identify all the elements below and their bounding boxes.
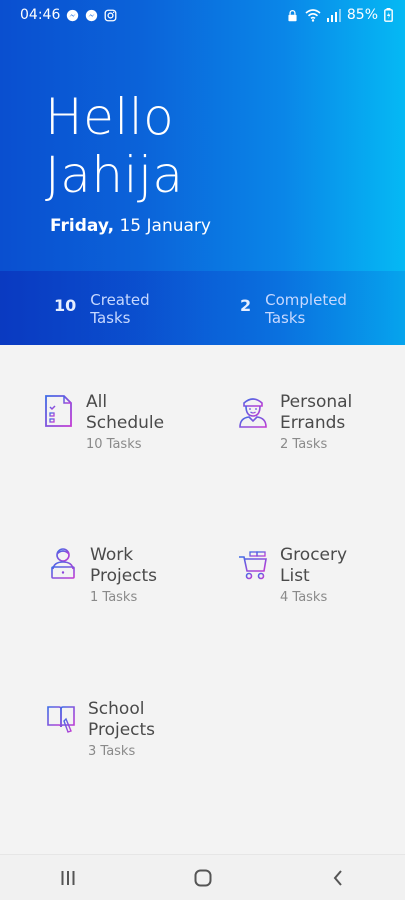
category-task-count: 3 Tasks bbox=[88, 744, 136, 759]
book-icon bbox=[47, 706, 75, 733]
created-label-line1: Created bbox=[90, 291, 150, 309]
person-icon bbox=[239, 398, 267, 428]
back-button[interactable] bbox=[313, 858, 363, 898]
category-title-line2: Projects bbox=[88, 720, 156, 740]
wifi-icon bbox=[305, 8, 321, 22]
category-title-line1: Grocery bbox=[280, 545, 348, 565]
category-grocery-list[interactable]: Grocery List 4 Tasks bbox=[238, 545, 347, 605]
category-task-count: 4 Tasks bbox=[280, 590, 328, 605]
category-task-count: 10 Tasks bbox=[86, 437, 142, 452]
status-bar: 04:46 85% bbox=[0, 0, 405, 30]
checklist-icon bbox=[45, 395, 72, 427]
messenger-icon bbox=[86, 9, 98, 21]
lock-icon bbox=[288, 9, 297, 21]
category-task-count: 1 Tasks bbox=[90, 590, 138, 605]
battery-level: 85% bbox=[346, 7, 378, 23]
greeting-line-hello: Hello bbox=[45, 88, 175, 146]
completed-count: 2 bbox=[240, 296, 252, 315]
category-title-line1: All bbox=[86, 392, 108, 412]
clock: 04:46 bbox=[20, 7, 61, 23]
header-banner: 04:46 85% Hello Jahija Friday, 15 Januar… bbox=[0, 0, 405, 345]
laptop-user-icon bbox=[49, 548, 77, 580]
recent-apps-button[interactable] bbox=[43, 858, 93, 898]
signal-icon bbox=[326, 8, 341, 22]
instagram-icon bbox=[104, 9, 117, 21]
category-title-line2: Projects bbox=[90, 566, 158, 586]
greeting: Hello Jahija bbox=[45, 88, 184, 204]
category-personal-errands[interactable]: Personal Errands 2 Tasks bbox=[238, 392, 352, 452]
current-date: Friday, 15 January bbox=[50, 216, 211, 236]
messenger-icon bbox=[67, 9, 79, 21]
date-day: Friday, bbox=[50, 216, 115, 236]
category-all-schedule[interactable]: All Schedule 10 Tasks bbox=[44, 392, 164, 452]
completed-tasks-stat: 2 Completed Tasks bbox=[240, 291, 347, 327]
cart-icon bbox=[239, 551, 267, 580]
category-task-count: 2 Tasks bbox=[280, 437, 328, 452]
category-work-projects[interactable]: Work Projects 1 Tasks bbox=[48, 545, 157, 605]
completed-label-line2: Tasks bbox=[265, 309, 306, 327]
system-navigation-bar bbox=[0, 854, 405, 900]
recent-apps-icon bbox=[61, 870, 74, 885]
back-icon bbox=[333, 869, 342, 886]
date-value: 15 January bbox=[119, 216, 211, 236]
created-label-line2: Tasks bbox=[90, 309, 131, 327]
created-count: 10 bbox=[54, 296, 77, 315]
category-title-line1: Personal bbox=[280, 392, 353, 412]
created-tasks-stat: 10 Created Tasks bbox=[54, 291, 150, 327]
category-title-line2: Schedule bbox=[86, 413, 165, 433]
category-title-line1: School bbox=[88, 699, 145, 719]
category-title-line2: Errands bbox=[280, 413, 346, 433]
greeting-line-name: Jahija bbox=[45, 146, 184, 204]
battery-icon bbox=[384, 8, 393, 22]
home-icon bbox=[194, 869, 211, 886]
category-school-projects[interactable]: School Projects 3 Tasks bbox=[46, 699, 155, 759]
category-title-line1: Work bbox=[90, 545, 134, 565]
home-button[interactable] bbox=[178, 858, 228, 898]
category-title-line2: List bbox=[280, 566, 310, 586]
task-stats-band: 10 Created Tasks 2 Completed Tasks bbox=[0, 271, 405, 345]
completed-label-line1: Completed bbox=[265, 291, 347, 309]
